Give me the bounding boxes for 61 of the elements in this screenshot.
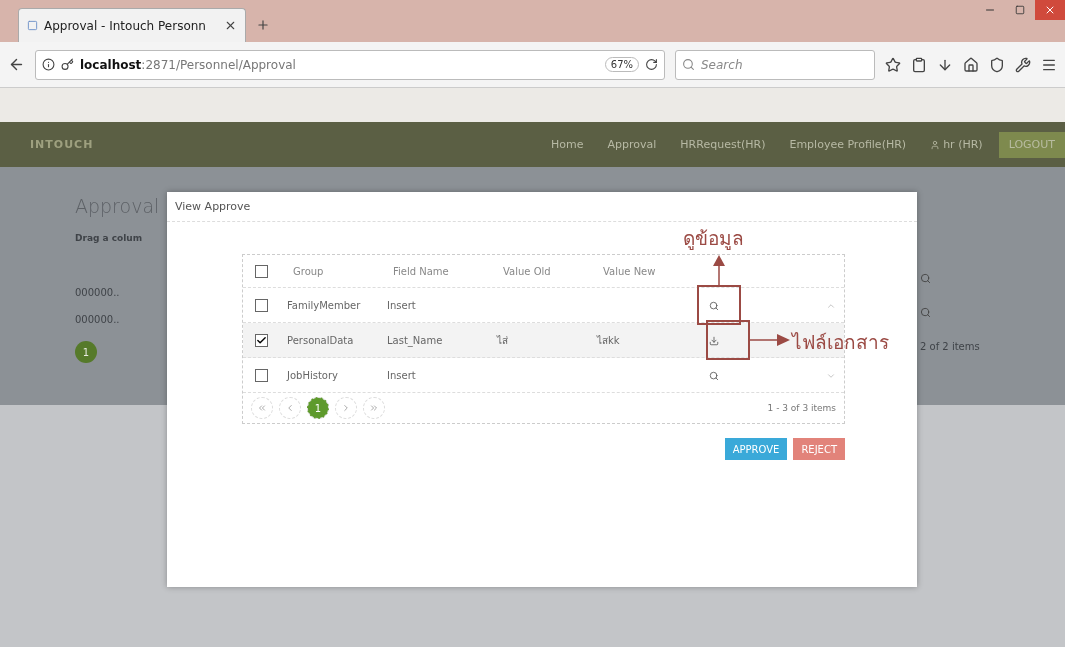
table-cell-text: 000000.. — [75, 314, 121, 325]
key-icon — [61, 58, 74, 71]
chevron-left-icon — [285, 403, 295, 413]
page-button[interactable]: 1 — [75, 341, 97, 363]
annotation-label: ดูข้อมูล — [683, 226, 744, 252]
nav-link[interactable]: Employee Profile(HR) — [789, 138, 907, 151]
wrench-icon[interactable] — [1015, 56, 1031, 73]
logout-button[interactable]: LOGOUT — [998, 131, 1065, 158]
table-cell-text: 000000.. — [75, 287, 121, 298]
checkbox[interactable] — [255, 368, 268, 382]
user-link[interactable]: hr (HR) — [930, 138, 983, 151]
table-cell-text: Last_Name — [386, 334, 444, 346]
annotation-arrow — [750, 334, 790, 346]
logo[interactable]: INTOUCH — [30, 138, 94, 151]
table-cell-text: PersonalData — [286, 334, 355, 346]
star-icon[interactable] — [885, 56, 901, 73]
pager-summary: 1 - 3 of 3 items — [767, 403, 836, 413]
close-icon — [1044, 4, 1056, 16]
user-icon — [930, 139, 941, 150]
browser-tab[interactable]: Approval - Intouch Personn — [18, 8, 246, 42]
reload-icon[interactable] — [645, 58, 658, 71]
new-tab-icon[interactable] — [256, 18, 270, 32]
column-header[interactable]: Value Old — [491, 265, 591, 277]
page-icon — [27, 20, 38, 31]
nav-link[interactable]: Home — [551, 138, 584, 151]
pager-summary: 2 of 2 items — [920, 341, 981, 352]
checkbox[interactable] — [255, 264, 268, 278]
search-field[interactable]: Search — [675, 49, 875, 80]
column-header[interactable]: Field Name — [381, 265, 491, 277]
group-hint: Drag a colum — [75, 233, 144, 243]
approve-button[interactable]: APPROVE — [724, 438, 788, 460]
column-header[interactable]: Group — [281, 265, 381, 277]
chevron-right-icon — [341, 403, 351, 413]
checkbox[interactable] — [255, 298, 268, 312]
table-cell-text: Insert — [386, 369, 417, 381]
annotation-frame — [697, 285, 741, 325]
table-cell-text: ไสkk — [595, 333, 621, 348]
table-cell-text: FamilyMember — [286, 299, 362, 311]
clipboard-icon[interactable] — [911, 56, 927, 73]
column-header[interactable]: Value New — [591, 265, 691, 277]
back-icon[interactable] — [8, 56, 25, 73]
nav-link[interactable]: Approval — [607, 138, 657, 151]
shield-icon[interactable] — [989, 56, 1005, 73]
page-button[interactable]: 1 — [307, 397, 329, 419]
close-icon[interactable] — [224, 19, 237, 32]
annotation-arrow — [713, 255, 725, 285]
maximize-icon — [1015, 5, 1025, 15]
double-chevron-right-icon — [369, 403, 379, 413]
home-icon[interactable] — [963, 56, 979, 73]
modal-title: View Approve — [167, 192, 917, 222]
double-chevron-left-icon — [257, 403, 267, 413]
annotation-label: ไฟล์เอกสาร — [792, 330, 889, 355]
reject-button[interactable]: REJECT — [793, 438, 845, 460]
table-cell-text: Insert — [386, 299, 417, 311]
info-icon[interactable] — [42, 58, 55, 71]
annotation-frame — [706, 320, 750, 360]
table-cell-text: JobHistory — [285, 369, 339, 381]
address-field[interactable]: localhost:2871/Personnel/Approval 67% — [35, 49, 665, 80]
checkbox[interactable] — [255, 333, 268, 347]
table-cell-text: ไส่ — [495, 333, 509, 348]
nav-link[interactable]: HRRequest(HR) — [680, 138, 766, 151]
